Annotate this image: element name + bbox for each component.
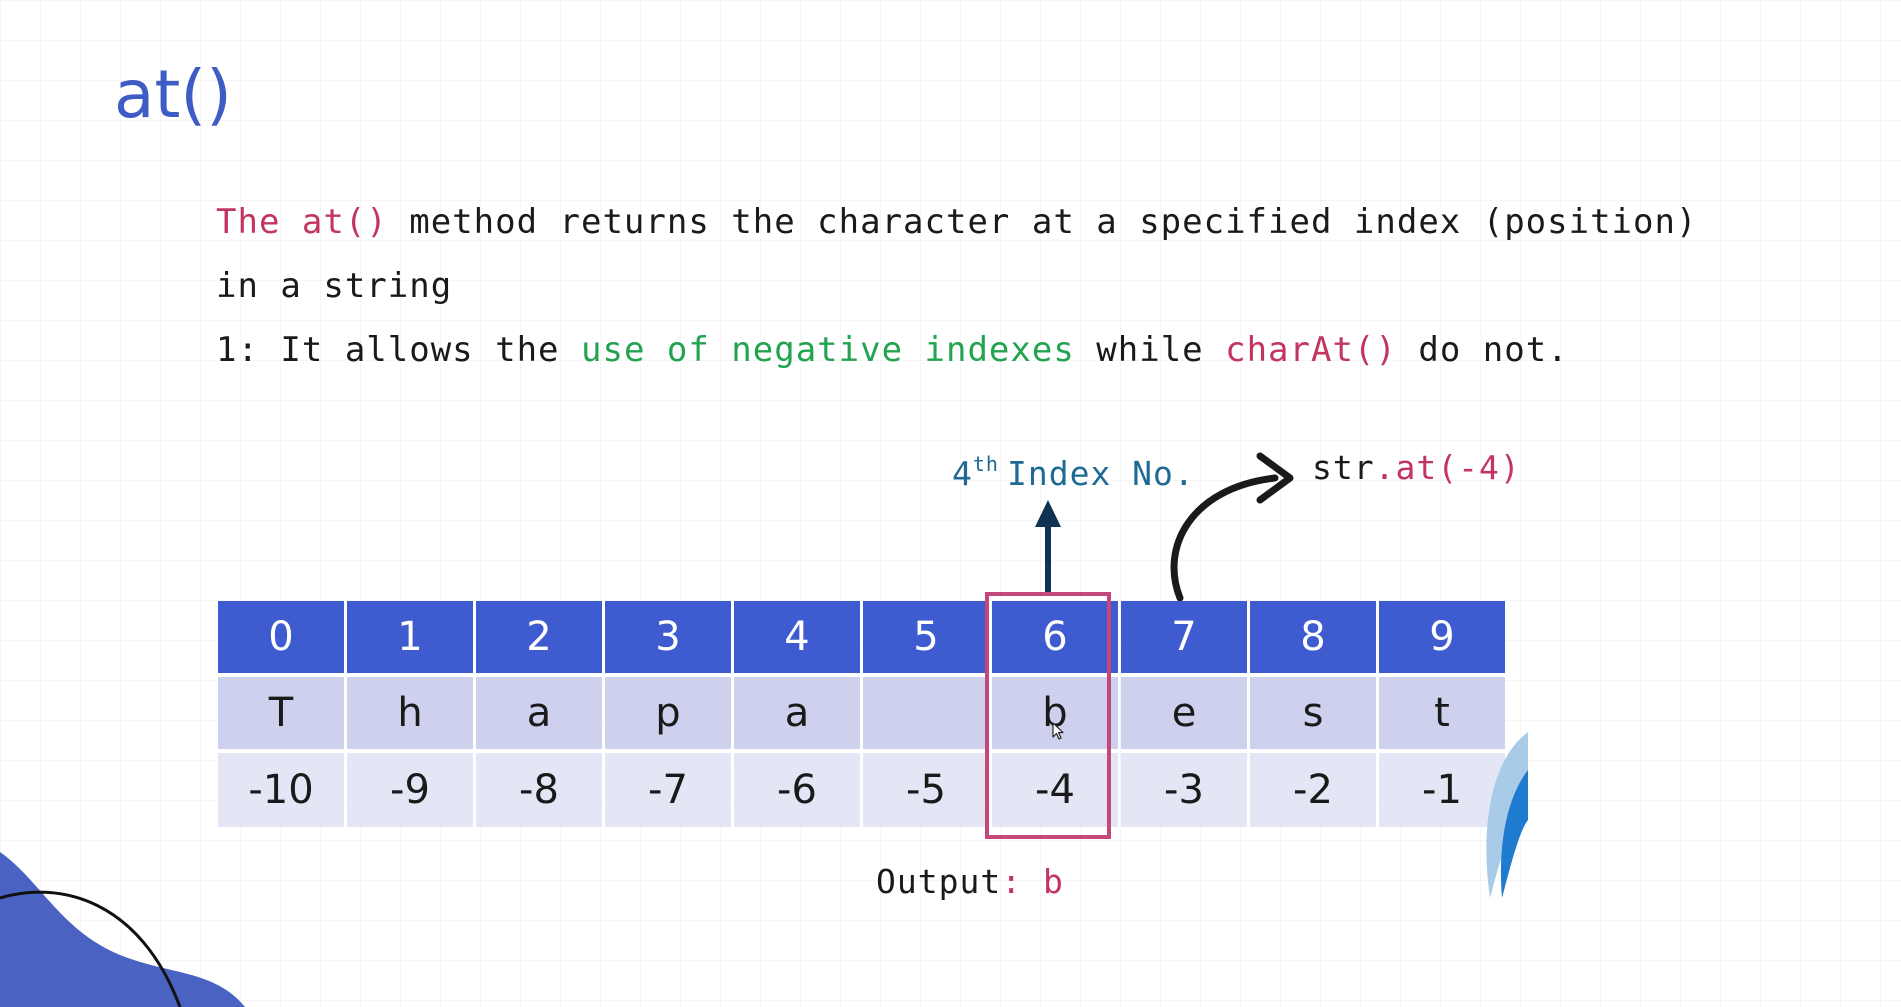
description-line-3-mid: while — [1074, 330, 1226, 370]
negative-index-cell: -8 — [476, 753, 602, 827]
index-cell: 8 — [1250, 601, 1376, 677]
description-line-3-prefix: 1: It allows the — [216, 330, 581, 370]
negative-index-cell: -3 — [1121, 753, 1247, 827]
index-cell: 0 — [218, 601, 344, 677]
string-index-table: 0 1 2 3 4 5 6 7 8 9 T h a p a b e s t -1… — [215, 601, 1508, 827]
description-line-1: The at() method returns the character at… — [216, 190, 1766, 254]
slide-title: at() — [114, 56, 232, 133]
mouse-cursor-icon — [1052, 722, 1064, 740]
code-method: .at(-4) — [1374, 448, 1521, 487]
description-line-1-text: method returns the character at a specif… — [387, 202, 1698, 242]
ordinal-suffix: th — [972, 452, 999, 476]
char-cell: e — [1121, 677, 1247, 753]
negative-index-cell: -2 — [1250, 753, 1376, 827]
code-object: str — [1312, 448, 1375, 487]
char-cell — [863, 677, 989, 753]
description-line-3-end: do not. — [1396, 330, 1569, 370]
negative-index-cell: -7 — [605, 753, 731, 827]
at-method-highlight: The at() — [216, 202, 388, 242]
output-value: b — [1042, 862, 1064, 901]
negative-index-row: -10 -9 -8 -7 -6 -5 -4 -3 -2 -1 — [218, 753, 1505, 827]
decorative-wave-right — [1486, 732, 1528, 898]
char-cell: s — [1250, 677, 1376, 753]
index-cell: 2 — [476, 601, 602, 677]
negative-index-cell: -9 — [347, 753, 473, 827]
description-line-3: 1: It allows the use of negative indexes… — [216, 318, 1766, 382]
negative-indexes-highlight: use of negative indexes — [581, 330, 1075, 370]
char-cell: T — [218, 677, 344, 753]
charat-highlight: charAt() — [1225, 330, 1397, 370]
negative-index-cell: -10 — [218, 753, 344, 827]
decorative-blob-left — [0, 852, 245, 1007]
index-cell: 7 — [1121, 601, 1247, 677]
description: The at() method returns the character at… — [216, 190, 1766, 382]
index-cell: 9 — [1379, 601, 1505, 677]
index-cell: 3 — [605, 601, 731, 677]
output-label: Output — [876, 862, 1002, 901]
char-cell: h — [347, 677, 473, 753]
ordinal-number: 4 — [952, 454, 973, 493]
curved-arrow-icon — [1170, 452, 1294, 602]
index-annotation: 4th Index No. — [952, 452, 1195, 493]
negative-index-cell: -6 — [734, 753, 860, 827]
char-cell: a — [734, 677, 860, 753]
index-cell: 1 — [347, 601, 473, 677]
index-cell: 5 — [863, 601, 989, 677]
negative-index-cell: -5 — [863, 753, 989, 827]
arrow-up-icon — [1035, 500, 1061, 595]
output-line: Output: b — [876, 862, 1064, 901]
index-row: 0 1 2 3 4 5 6 7 8 9 — [218, 601, 1505, 677]
output-separator: : — [1001, 862, 1043, 901]
character-row: T h a p a b e s t — [218, 677, 1505, 753]
description-line-2: in a string — [216, 266, 453, 306]
index-cell: 4 — [734, 601, 860, 677]
char-cell: p — [605, 677, 731, 753]
highlight-box — [985, 592, 1111, 839]
char-cell: a — [476, 677, 602, 753]
code-annotation: str.at(-4) — [1312, 448, 1521, 487]
